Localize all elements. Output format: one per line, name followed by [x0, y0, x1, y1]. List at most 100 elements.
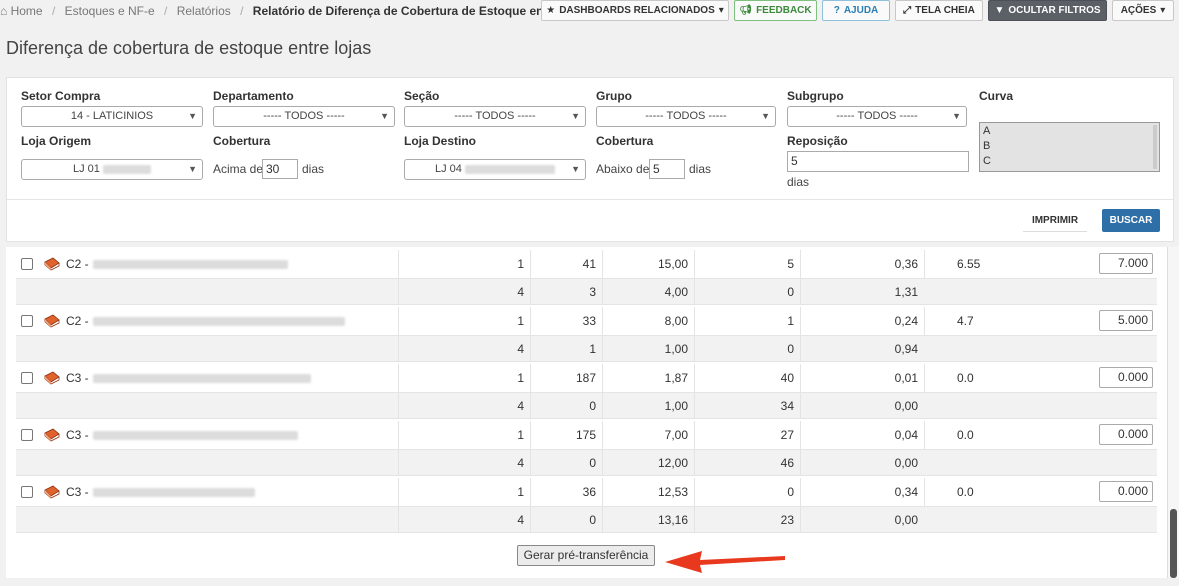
generate-pre-transfer-button[interactable]: Gerar pré-transferência	[517, 545, 655, 566]
loja-destino-select[interactable]: LJ 04 ▼	[404, 159, 586, 180]
subgrupo-select[interactable]: ----- TODOS ----- ▼	[787, 106, 967, 127]
redacted-text	[102, 164, 151, 174]
departamento-select[interactable]: ----- TODOS ----- ▼	[213, 106, 395, 127]
book-icon[interactable]	[44, 428, 60, 442]
quantity-input[interactable]: 7.000	[1099, 253, 1153, 274]
scrollbar-thumb[interactable]	[1170, 509, 1177, 578]
secao-value: ----- TODOS -----	[454, 110, 536, 122]
help-button[interactable]: ? AJUDA	[822, 0, 890, 21]
secao-label: Seção	[404, 89, 440, 103]
product-prefix: C3 -	[66, 485, 89, 499]
table-cell: 1,87	[602, 364, 694, 392]
loja-origem-value: LJ 01	[73, 163, 100, 175]
chevron-down-icon: ▼	[761, 111, 770, 121]
quantity-input[interactable]: 0.000	[1099, 481, 1153, 502]
redacted-text	[92, 259, 288, 269]
loja-destino-value: LJ 04	[435, 163, 462, 175]
quantity-input[interactable]: 0.000	[1099, 424, 1153, 445]
scrollbar[interactable]	[1153, 125, 1157, 169]
chevron-down-icon: ▼	[188, 164, 197, 174]
caret-down-icon: ▾	[1160, 5, 1166, 16]
breadcrumb-estoques[interactable]: Estoques e NF-e	[65, 4, 155, 18]
book-icon[interactable]	[44, 485, 60, 499]
row-checkbox[interactable]	[21, 315, 33, 327]
table-cell: 1	[398, 421, 530, 449]
table-cell: 36	[530, 478, 602, 506]
table-cell: 0,36	[800, 250, 924, 278]
book-icon[interactable]	[44, 257, 60, 271]
table-cell: 15,00	[602, 250, 694, 278]
table-cell: 0	[530, 393, 602, 418]
table-cell: 0,04	[800, 421, 924, 449]
table-cell: 41	[530, 250, 602, 278]
table-cell: 6.55	[924, 250, 1010, 278]
actions-button[interactable]: AÇÕES ▾	[1112, 0, 1174, 21]
table-cell: 0.0	[924, 478, 1010, 506]
abaixo-de-input[interactable]: 5	[649, 159, 685, 179]
row-checkbox[interactable]	[21, 258, 33, 270]
row-checkbox[interactable]	[21, 486, 33, 498]
departamento-label: Departamento	[213, 89, 294, 103]
curva-multiselect[interactable]: A B C	[979, 122, 1160, 172]
table-row: C2 -1 33 8,00 1 0,24 4.7 5.000	[16, 307, 1157, 336]
reposicao-input[interactable]: 5	[787, 151, 969, 172]
table-cell: 13,16	[602, 507, 694, 532]
annotation-arrow-icon	[665, 551, 785, 573]
secao-select[interactable]: ----- TODOS ----- ▼	[404, 106, 586, 127]
curva-option[interactable]: B	[983, 139, 1156, 154]
table-cell: 1	[398, 478, 530, 506]
product-prefix: C2 -	[66, 257, 89, 271]
print-button[interactable]: IMPRIMIR	[1023, 210, 1087, 232]
abaixo-de-label: Abaixo de	[596, 162, 650, 176]
home-icon[interactable]: ⌂	[0, 4, 7, 18]
table-cell: 1	[398, 364, 530, 392]
table-cell: 34	[694, 393, 800, 418]
dias-label: dias	[689, 162, 712, 176]
table-cell: 0,24	[800, 307, 924, 335]
breadcrumb-relatorios[interactable]: Relatórios	[177, 4, 231, 18]
chevron-down-icon: ▼	[380, 111, 389, 121]
fullscreen-label: TELA CHEIA	[915, 5, 975, 16]
curva-label: Curva	[979, 89, 1014, 103]
search-button[interactable]: BUSCAR	[1102, 209, 1160, 232]
setor-select[interactable]: 14 - LATICINIOS ▼	[21, 106, 203, 127]
table-cell: 7,00	[602, 421, 694, 449]
table-cell: 0	[694, 279, 800, 304]
curva-option[interactable]: C	[983, 154, 1156, 169]
table-cell: 40	[694, 364, 800, 392]
table-cell: 0.0	[924, 364, 1010, 392]
page-title: Diferença de cobertura de estoque entre …	[6, 38, 372, 58]
acima-de-input[interactable]: 30	[262, 159, 298, 179]
acima-de-label: Acima de	[213, 162, 264, 176]
book-icon[interactable]	[44, 314, 60, 328]
row-checkbox[interactable]	[21, 429, 33, 441]
hide-filters-button[interactable]: ▼ OCULTAR FILTROS	[988, 0, 1107, 21]
filter-panel: Setor Compra 14 - LATICINIOS ▼ Departame…	[6, 77, 1174, 242]
redacted-text	[464, 164, 555, 174]
dashboards-button[interactable]: ★ DASHBOARDS RELACIONADOS ▾	[541, 0, 729, 21]
table-cell: 5	[694, 250, 800, 278]
cobertura-origem-label: Cobertura	[213, 134, 271, 148]
quantity-input[interactable]: 5.000	[1099, 310, 1153, 331]
breadcrumb-home[interactable]: Home	[11, 4, 43, 18]
quantity-input[interactable]: 0.000	[1099, 367, 1153, 388]
table-cell: 0.0	[924, 421, 1010, 449]
row-checkbox[interactable]	[21, 372, 33, 384]
setor-value: 14 - LATICINIOS	[70, 110, 154, 122]
vertical-scrollbar[interactable]	[1167, 247, 1179, 578]
loja-origem-select[interactable]: LJ 01 ▼	[21, 159, 203, 180]
redacted-text	[92, 430, 298, 440]
chevron-down-icon: ▼	[188, 111, 197, 121]
fullscreen-button[interactable]: ⤢ TELA CHEIA	[895, 0, 983, 21]
grupo-select[interactable]: ----- TODOS ----- ▼	[596, 106, 776, 127]
table-subrow: 4 0 13,16 23 0,00	[16, 507, 1157, 533]
curva-option[interactable]: A	[983, 124, 1156, 139]
table-cell: 4	[398, 336, 530, 361]
dias-label: dias	[302, 162, 325, 176]
book-icon[interactable]	[44, 371, 60, 385]
feedback-button[interactable]: 📢︎ FEEDBACK	[734, 0, 817, 21]
actions-label: AÇÕES	[1120, 5, 1157, 16]
dashboards-label: DASHBOARDS RELACIONADOS	[559, 5, 715, 16]
table-row: C3 - 1 175 7,00 27 0,04 0.0 0.000	[16, 421, 1157, 450]
loja-destino-label: Loja Destino	[404, 134, 477, 148]
